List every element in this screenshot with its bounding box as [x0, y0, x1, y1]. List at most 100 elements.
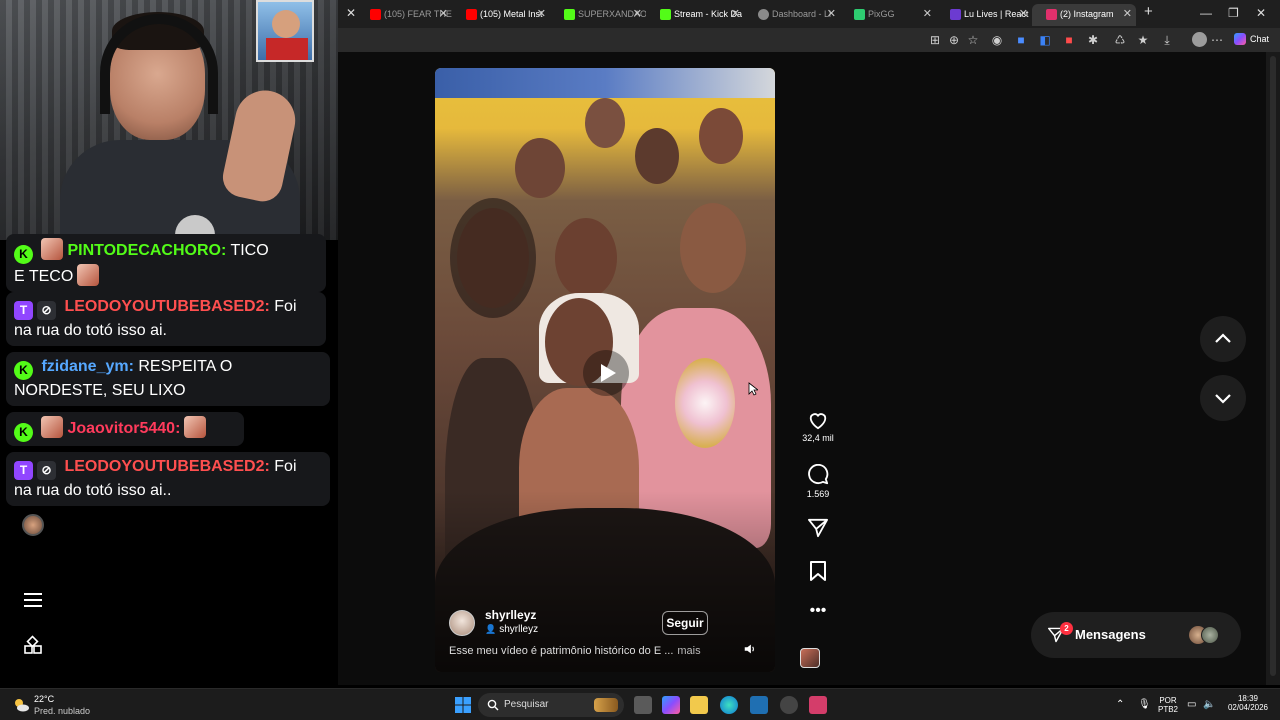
app-available-icon[interactable]: ⊞	[928, 33, 942, 47]
original-audio-thumbnail[interactable]	[800, 648, 820, 668]
profile-avatar[interactable]	[1192, 32, 1207, 47]
extension-icon[interactable]: ◉	[990, 33, 1004, 47]
edge-browser-icon[interactable]	[720, 696, 738, 714]
taskbar-search[interactable]: Pesquisar	[478, 693, 624, 717]
tab-close-icon[interactable]: ✕	[1123, 4, 1132, 24]
messages-button[interactable]: 2 Mensagens	[1031, 612, 1241, 658]
next-reel-button[interactable]	[1200, 375, 1246, 421]
tab-close-icon[interactable]: ✕	[633, 4, 642, 24]
favorite-star-icon[interactable]: ☆	[966, 33, 980, 47]
play-icon[interactable]	[583, 350, 629, 396]
author-avatar[interactable]	[449, 610, 475, 636]
tab-close-icon[interactable]: ✕	[1019, 4, 1028, 24]
kick-favicon-icon	[660, 9, 671, 20]
chat-text-continued: na rua do totó isso ai.	[14, 322, 167, 339]
tab-fear-the[interactable]: (105) FEAR THE ✕	[356, 4, 452, 26]
volume-tray-icon[interactable]: 🔈	[1203, 699, 1215, 710]
zoom-icon[interactable]: ⊕	[947, 33, 961, 47]
twitch-badge-icon: T	[14, 461, 33, 480]
volume-icon[interactable]	[743, 642, 757, 656]
chat-username: fzidane_ym:	[41, 358, 134, 375]
tab-metal-inst[interactable]: (105) Metal Inst ✕	[452, 4, 550, 26]
tab-superxandao[interactable]: SUPERXANDAO ✕	[550, 4, 646, 26]
favorites-icon[interactable]: ★	[1136, 33, 1150, 47]
tab-dashboard[interactable]: Dashboard - Li ✕	[744, 4, 840, 26]
emote-icon	[41, 416, 63, 438]
follow-button[interactable]: Seguir	[662, 611, 708, 635]
instagram-favicon-icon	[1046, 9, 1057, 20]
tab-close-icon[interactable]: ✕	[731, 4, 740, 24]
hamburger-menu-icon[interactable]	[22, 590, 44, 610]
close-tab-icon[interactable]: ✕	[346, 6, 356, 20]
author-username[interactable]: shyrlleyz	[485, 608, 536, 622]
file-explorer-icon[interactable]	[690, 696, 708, 714]
chat-text: Foi	[274, 458, 297, 475]
microphone-tray-icon[interactable]: 🎙	[1138, 699, 1151, 710]
chat-text: Foi	[274, 298, 297, 315]
emote-icon	[184, 416, 207, 438]
tab-pixgg[interactable]: PixGG ✕	[840, 4, 936, 26]
bookmark-icon	[810, 561, 826, 581]
shield-extension-icon[interactable]: ■	[1014, 33, 1028, 47]
partly-cloudy-icon[interactable]	[12, 696, 30, 714]
weather-description[interactable]: Pred. nublado	[34, 706, 90, 716]
streaming-app-icon[interactable]	[809, 696, 827, 714]
office-extension-icon[interactable]: ■	[1062, 33, 1076, 47]
show-hidden-icons-icon[interactable]: ⌃	[1116, 699, 1124, 710]
minimize-icon[interactable]: —	[1200, 6, 1212, 20]
apps-grid-icon[interactable]	[22, 635, 44, 657]
language-indicator[interactable]: POR PTB2	[1158, 696, 1178, 714]
tab-lu-lives[interactable]: Lu Lives | React ✕	[936, 4, 1032, 26]
more-options-icon[interactable]: ⋯	[1210, 33, 1224, 47]
more-dots-icon: •••	[809, 602, 827, 619]
chat-text: TICO	[230, 242, 269, 259]
tab-close-icon[interactable]: ✕	[923, 4, 932, 24]
more-options-button[interactable]: •••	[793, 602, 843, 619]
share-button[interactable]	[793, 518, 843, 538]
hidden-eye-icon: ⊘	[37, 461, 56, 480]
browser-tab-bar: ✕ (105) FEAR THE ✕ (105) Metal Inst ✕ SUPE…	[338, 0, 1280, 28]
previous-reel-button[interactable]	[1200, 316, 1246, 362]
tab-stream-kick[interactable]: Stream - Kick Da ✕	[646, 4, 744, 26]
task-view-icon[interactable]	[634, 696, 652, 714]
reel-video[interactable]: shyrlleyz 👤 shyrlleyz Seguir Esse meu víd…	[435, 68, 775, 672]
reel-caption: Esse meu vídeo é patrimônio histórico do…	[449, 645, 701, 657]
youtube-favicon-icon	[466, 9, 477, 20]
save-button[interactable]	[793, 560, 843, 582]
like-button[interactable]: 32,4 mil	[793, 410, 843, 443]
messages-label: Mensagens	[1075, 627, 1146, 642]
comment-button[interactable]: 1.569	[793, 464, 843, 499]
kick-badge-icon: K	[14, 245, 33, 264]
kick-badge-icon: K	[14, 423, 33, 442]
close-window-icon[interactable]: ✕	[1256, 6, 1266, 20]
send-icon	[808, 518, 828, 538]
copilot-chat-button[interactable]: Chat	[1234, 33, 1269, 45]
photos-app-icon[interactable]	[750, 696, 768, 714]
tab-close-icon[interactable]: ✕	[537, 4, 546, 24]
performance-icon[interactable]: ♺	[1113, 33, 1127, 47]
network-icon[interactable]: ▭	[1187, 699, 1196, 710]
kick-favicon-icon	[564, 9, 575, 20]
user-avatar[interactable]	[22, 514, 44, 536]
youtube-favicon-icon	[370, 9, 381, 20]
extensions-puzzle-icon[interactable]: ✱	[1086, 33, 1100, 47]
translate-icon[interactable]: ◧	[1038, 33, 1052, 47]
settings-app-icon[interactable]	[780, 696, 798, 714]
copilot-taskbar-icon[interactable]	[662, 696, 680, 714]
new-tab-button[interactable]: +	[1144, 3, 1153, 20]
windows-start-icon[interactable]	[454, 696, 472, 714]
comment-count: 1.569	[806, 489, 830, 499]
tab-close-icon[interactable]: ✕	[827, 4, 836, 24]
search-placeholder: Pesquisar	[504, 699, 549, 710]
tab-instagram[interactable]: (2) Instagram ✕	[1032, 4, 1136, 26]
tab-close-icon[interactable]: ✕	[439, 4, 448, 24]
restore-icon[interactable]: ❐	[1228, 6, 1239, 20]
chat-username: LEODOYOUTUBEBASED2:	[64, 458, 270, 475]
downloads-icon[interactable]: ⤓	[1160, 33, 1174, 47]
clock[interactable]: 18:39 02/04/2026	[1226, 694, 1270, 712]
weather-temperature[interactable]: 22°C	[34, 694, 54, 704]
caption-more-link[interactable]: mais	[677, 645, 700, 657]
pixgg-favicon-icon	[854, 9, 865, 20]
page-scrollbar[interactable]	[1266, 52, 1280, 685]
author-subtitle: 👤 shyrlleyz	[485, 624, 539, 635]
